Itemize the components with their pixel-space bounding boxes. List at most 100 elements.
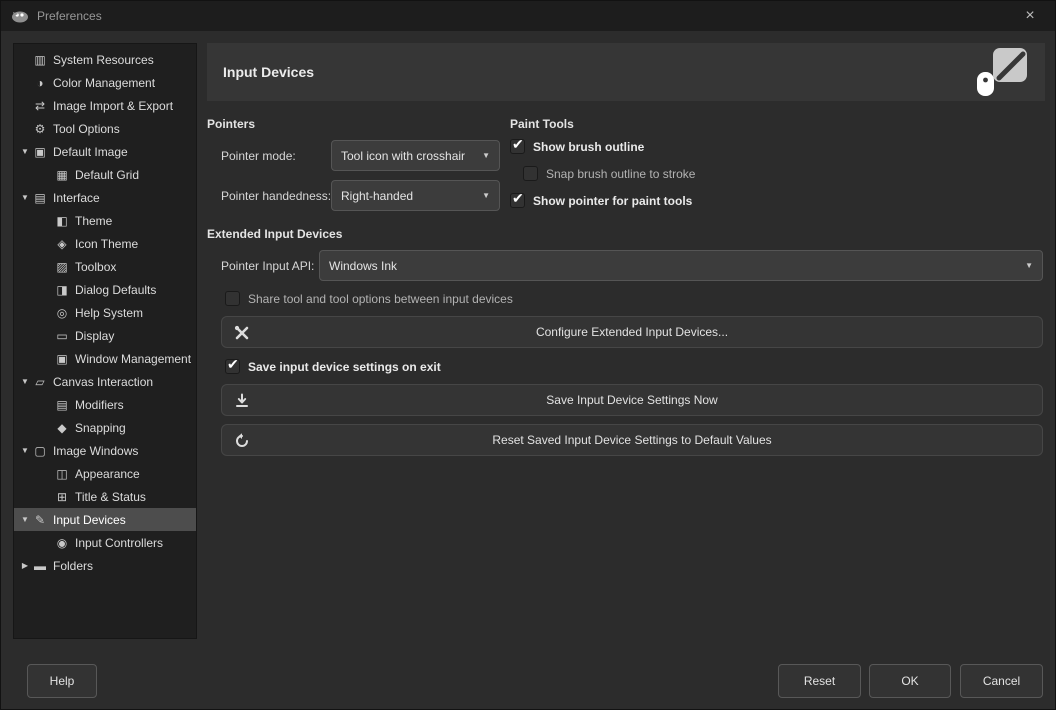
chevron-down-icon: ▼ xyxy=(1015,261,1033,270)
sidebar-item-folders[interactable]: ▶▬Folders xyxy=(14,554,196,577)
paint-option-snap-brush-outline-to-stroke[interactable]: Snap brush outline to stroke xyxy=(510,166,695,181)
sidebar-item-dialog-defaults[interactable]: ◨Dialog Defaults xyxy=(14,278,196,301)
checkbox-checked-icon[interactable]: ✔ xyxy=(510,139,525,154)
system-resources-icon: ▥ xyxy=(32,53,48,67)
input-controllers-icon: ◉ xyxy=(54,536,70,550)
sidebar-item-theme[interactable]: ◧ Theme xyxy=(14,209,196,232)
default-image-icon: ▣ xyxy=(32,145,48,159)
sidebar-item-interface[interactable]: ▼▤ Interface xyxy=(14,186,196,209)
canvas-interaction-icon: ▱ xyxy=(32,375,48,389)
sidebar-item-label: Folders xyxy=(53,559,93,573)
close-button[interactable]: × xyxy=(1015,1,1045,31)
chevron-down-icon[interactable]: ▼ xyxy=(18,193,32,202)
titlebar: Preferences × xyxy=(1,1,1055,31)
sidebar-item-input-devices[interactable]: ▼✎ Input Devices xyxy=(14,508,196,531)
reset-button[interactable]: Reset xyxy=(778,664,861,698)
sidebar-item-label: Window Management xyxy=(75,352,191,366)
sidebar-item-label: Interface xyxy=(53,191,100,205)
preferences-window: Preferences × ▥ System Resources ◑Color Ma… xyxy=(0,0,1056,710)
image-import-export-icon: ⇄ xyxy=(32,99,48,113)
help-system-icon: ◎ xyxy=(54,306,70,320)
sidebar-item-label: System Resources xyxy=(53,53,154,67)
sidebar-item-label: Default Image xyxy=(53,145,128,159)
save-settings-on-exit-checkbox-row[interactable]: ✔ Save input device settings on exit xyxy=(225,359,441,374)
content-area: Pointers Pointer mode: Tool icon with cr… xyxy=(207,101,1045,639)
checkbox-label: Share tool and tool options between inpu… xyxy=(248,292,513,306)
sidebar-item-label: Default Grid xyxy=(75,168,139,182)
sidebar-item-label: Input Devices xyxy=(53,513,126,527)
sidebar-item-label: Help System xyxy=(75,306,143,320)
checkbox-label: Show brush outline xyxy=(533,140,644,154)
sidebar-tree: ▥ System Resources ◑Color Management⇄Image… xyxy=(13,43,197,639)
checkbox-label: Show pointer for paint tools xyxy=(533,194,692,208)
pointer-mode-label: Pointer mode: xyxy=(221,149,331,163)
sidebar-item-label: Modifiers xyxy=(75,398,124,412)
sidebar-item-toolbox[interactable]: ▨Toolbox xyxy=(14,255,196,278)
paint-option-show-brush-outline[interactable]: ✔ Show brush outline xyxy=(510,139,695,154)
configure-extended-input-devices-button[interactable]: Configure Extended Input Devices... xyxy=(221,316,1043,348)
toolbox-icon: ▨ xyxy=(54,260,70,274)
pointers-section-title: Pointers xyxy=(207,117,255,131)
cancel-button[interactable]: Cancel xyxy=(960,664,1043,698)
interface-icon: ▤ xyxy=(32,191,48,205)
sidebar-item-color-management[interactable]: ◑Color Management xyxy=(14,71,196,94)
chevron-down-icon[interactable]: ▼ xyxy=(18,377,32,386)
chevron-down-icon: ▼ xyxy=(472,151,490,160)
sidebar-item-default-image[interactable]: ▼▣ Default Image xyxy=(14,140,196,163)
chevron-down-icon[interactable]: ▼ xyxy=(18,147,32,156)
image-windows-icon: ▢ xyxy=(32,444,48,458)
pointer-handedness-value: Right-handed xyxy=(341,189,413,203)
chevron-down-icon[interactable]: ▼ xyxy=(18,515,32,524)
checkbox-unchecked-icon[interactable] xyxy=(523,166,538,181)
button-label: Reset xyxy=(804,674,835,688)
icon-theme-icon: ◈ xyxy=(54,237,70,251)
pointer-input-api-label: Pointer Input API: xyxy=(221,259,319,273)
pointer-handedness-dropdown[interactable]: Right-handed ▼ xyxy=(331,180,500,211)
chevron-right-icon[interactable]: ▶ xyxy=(18,561,32,570)
save-input-device-settings-button[interactable]: Save Input Device Settings Now xyxy=(221,384,1043,416)
reset-saved-input-device-settings-button[interactable]: Reset Saved Input Device Settings to Def… xyxy=(221,424,1043,456)
sidebar-item-label: Theme xyxy=(75,214,112,228)
check-mark-icon: ✔ xyxy=(227,356,239,372)
sidebar-item-title-status[interactable]: ⊞Title & Status xyxy=(14,485,196,508)
sidebar-item-label: Appearance xyxy=(75,467,140,481)
chevron-down-icon[interactable]: ▼ xyxy=(18,446,32,455)
checkbox-unchecked-icon[interactable] xyxy=(225,291,240,306)
sidebar-item-modifiers[interactable]: ▤ Modifiers xyxy=(14,393,196,416)
tool-options-icon: ⚙ xyxy=(32,122,48,136)
sidebar-item-image-windows[interactable]: ▼▢Image Windows xyxy=(14,439,196,462)
checkbox-checked-icon[interactable]: ✔ xyxy=(510,193,525,208)
button-label: Cancel xyxy=(983,674,1020,688)
sidebar-item-input-controllers[interactable]: ◉Input Controllers xyxy=(14,531,196,554)
pointer-mode-dropdown[interactable]: Tool icon with crosshair ▼ xyxy=(331,140,500,171)
checkbox-checked-icon[interactable]: ✔ xyxy=(225,359,240,374)
sidebar-item-help-system[interactable]: ◎ Help System xyxy=(14,301,196,324)
sidebar-item-image-import-export[interactable]: ⇄Image Import & Export xyxy=(14,94,196,117)
sidebar-item-appearance[interactable]: ◫Appearance xyxy=(14,462,196,485)
checkbox-label: Snap brush outline to stroke xyxy=(546,167,695,181)
input-devices-icon: ✎ xyxy=(32,513,48,527)
sidebar-item-icon-theme[interactable]: ◈ Icon Theme xyxy=(14,232,196,255)
help-button[interactable]: Help xyxy=(27,664,97,698)
sidebar-item-label: Display xyxy=(75,329,114,343)
sidebar-item-default-grid[interactable]: ▦ Default Grid xyxy=(14,163,196,186)
modifiers-icon: ▤ xyxy=(54,398,70,412)
sidebar-item-label: Icon Theme xyxy=(75,237,138,251)
sidebar-item-snapping[interactable]: ◆Snapping xyxy=(14,416,196,439)
sidebar-item-display[interactable]: ▭Display xyxy=(14,324,196,347)
theme-icon: ◧ xyxy=(54,214,70,228)
sidebar-item-system-resources[interactable]: ▥ System Resources xyxy=(14,48,196,71)
share-tool-options-checkbox-row[interactable]: Share tool and tool options between inpu… xyxy=(225,291,513,306)
window-title: Preferences xyxy=(37,9,102,23)
pointer-input-api-value: Windows Ink xyxy=(329,259,397,273)
main-header: Input Devices xyxy=(207,43,1045,101)
paint-option-show-pointer-for-paint-tools[interactable]: ✔ Show pointer for paint tools xyxy=(510,193,695,208)
sidebar-item-canvas-interaction[interactable]: ▼▱Canvas Interaction xyxy=(14,370,196,393)
sidebar-item-label: Color Management xyxy=(53,76,155,90)
sidebar-item-tool-options[interactable]: ⚙Tool Options xyxy=(14,117,196,140)
sidebar-item-window-management[interactable]: ▣Window Management xyxy=(14,347,196,370)
default-grid-icon: ▦ xyxy=(54,168,70,182)
button-label: Save Input Device Settings Now xyxy=(222,385,1042,415)
ok-button[interactable]: OK xyxy=(869,664,951,698)
pointer-input-api-dropdown[interactable]: Windows Ink ▼ xyxy=(319,250,1043,281)
